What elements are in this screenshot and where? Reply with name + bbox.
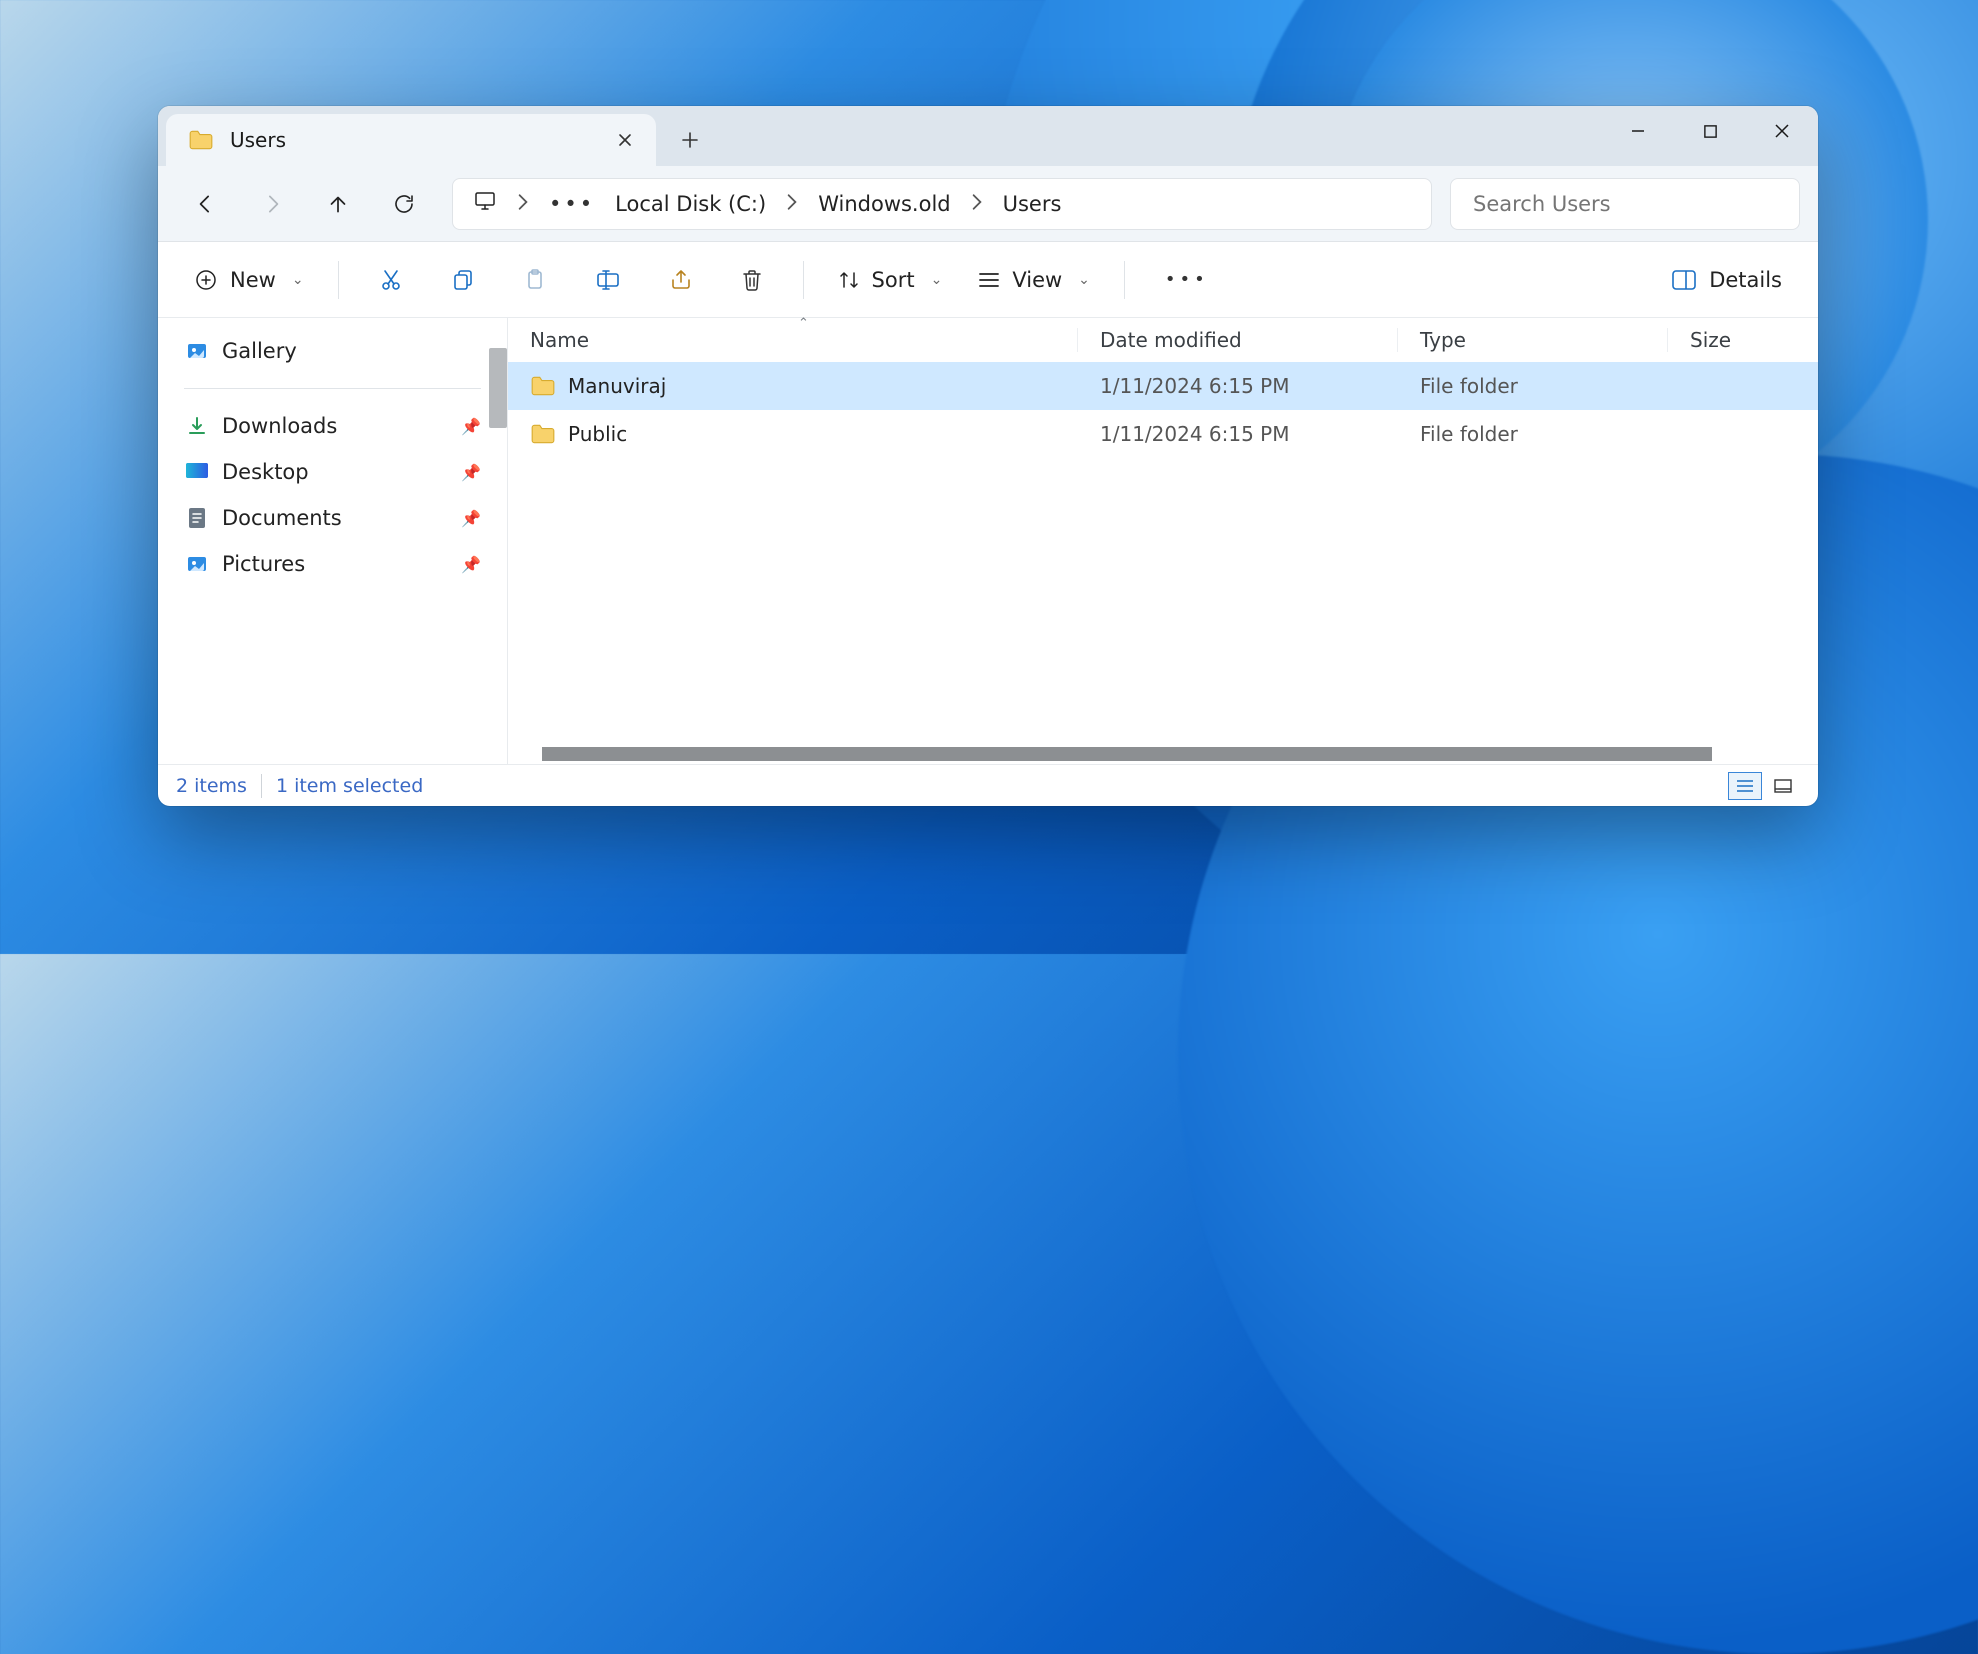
folder-icon [188, 129, 214, 151]
maximize-button[interactable] [1674, 106, 1746, 156]
sidebar-item-downloads[interactable]: Downloads 📌 [158, 403, 507, 449]
column-header-type[interactable]: Type [1398, 328, 1668, 352]
status-bar: 2 items 1 item selected [158, 764, 1818, 806]
thumbnails-view-toggle[interactable] [1766, 772, 1800, 800]
titlebar: Users [158, 106, 1818, 166]
file-date: 1/11/2024 6:15 PM [1078, 374, 1398, 398]
new-button[interactable]: New ⌄ [178, 256, 320, 304]
more-button[interactable]: ••• [1143, 256, 1231, 304]
chevron-down-icon: ⌄ [292, 272, 304, 288]
back-button[interactable] [176, 181, 236, 227]
file-type: File folder [1398, 374, 1668, 398]
close-window-button[interactable] [1746, 106, 1818, 156]
table-row[interactable]: Manuviraj 1/11/2024 6:15 PMFile folder [508, 362, 1818, 410]
status-selection: 1 item selected [276, 775, 423, 797]
horizontal-scrollbar[interactable] [508, 744, 1818, 764]
pictures-icon [184, 551, 210, 577]
breadcrumb-part[interactable]: Users [1003, 192, 1062, 216]
up-button[interactable] [308, 181, 368, 227]
file-explorer-window: Users [158, 106, 1818, 806]
column-header-date[interactable]: Date modified [1078, 328, 1398, 352]
this-pc-icon [473, 189, 497, 218]
folder-icon [530, 375, 556, 397]
column-header-name[interactable]: Name [508, 328, 1078, 352]
file-name: Public [568, 422, 627, 446]
sort-asc-icon: ⌃ [798, 316, 809, 331]
desktop-icon [184, 459, 210, 485]
chevron-right-icon[interactable] [971, 192, 983, 216]
toolbar: New ⌄ Sort ⌄ View ⌄ [158, 242, 1818, 318]
status-item-count: 2 items [176, 775, 247, 797]
minimize-button[interactable] [1602, 106, 1674, 156]
pin-icon: 📌 [461, 463, 481, 482]
forward-button[interactable] [242, 181, 302, 227]
details-pane-label: Details [1709, 268, 1782, 292]
tab-title: Users [230, 128, 592, 152]
sort-button[interactable]: Sort ⌄ [822, 256, 959, 304]
view-button-label: View [1012, 268, 1062, 292]
sidebar-item-label: Pictures [222, 552, 305, 576]
rename-button[interactable] [573, 256, 643, 304]
sidebar: Gallery Downloads 📌 Desktop 📌 [158, 318, 508, 764]
chevron-down-icon: ⌄ [931, 272, 943, 288]
sidebar-item-documents[interactable]: Documents 📌 [158, 495, 507, 541]
view-button[interactable]: View ⌄ [962, 256, 1106, 304]
refresh-button[interactable] [374, 181, 434, 227]
column-headers: ⌃ Name Date modified Type Size [508, 318, 1818, 362]
sidebar-item-label: Gallery [222, 339, 297, 363]
sort-button-label: Sort [872, 268, 915, 292]
folder-icon [530, 423, 556, 445]
table-row[interactable]: Public 1/11/2024 6:15 PMFile folder [508, 410, 1818, 458]
sidebar-item-label: Desktop [222, 460, 309, 484]
copy-button[interactable] [429, 256, 497, 304]
cut-button[interactable] [357, 256, 425, 304]
pin-icon: 📌 [461, 509, 481, 528]
share-button[interactable] [647, 256, 715, 304]
downloads-icon [184, 413, 210, 439]
file-name: Manuviraj [568, 374, 666, 398]
content-area: ⌃ Name Date modified Type Size Manuviraj… [508, 318, 1818, 764]
file-type: File folder [1398, 422, 1668, 446]
new-button-label: New [230, 268, 276, 292]
address-bar[interactable]: ••• Local Disk (C:) Windows.old Users [452, 178, 1432, 230]
details-view-toggle[interactable] [1728, 772, 1762, 800]
documents-icon [184, 505, 210, 531]
column-header-size[interactable]: Size [1668, 328, 1818, 352]
gallery-icon [184, 338, 210, 364]
sidebar-item-desktop[interactable]: Desktop 📌 [158, 449, 507, 495]
details-pane-button[interactable]: Details [1655, 256, 1798, 304]
file-list: Manuviraj1/11/2024 6:15 PMFile folderPub… [508, 362, 1818, 744]
file-date: 1/11/2024 6:15 PM [1078, 422, 1398, 446]
paste-button[interactable] [501, 256, 569, 304]
tab-users[interactable]: Users [166, 114, 656, 166]
window-controls [1602, 106, 1818, 156]
sidebar-item-gallery[interactable]: Gallery [158, 328, 507, 374]
delete-button[interactable] [719, 256, 785, 304]
chevron-down-icon: ⌄ [1078, 272, 1090, 288]
chevron-right-icon[interactable] [517, 192, 529, 216]
navbar: ••• Local Disk (C:) Windows.old Users [158, 166, 1818, 242]
sidebar-item-pictures[interactable]: Pictures 📌 [158, 541, 507, 587]
new-tab-button[interactable] [670, 120, 710, 160]
sidebar-scrollbar[interactable] [489, 348, 507, 428]
breadcrumb-part[interactable]: Windows.old [818, 192, 950, 216]
sidebar-item-label: Documents [222, 506, 342, 530]
ellipsis-icon[interactable]: ••• [549, 192, 595, 216]
close-tab-button[interactable] [608, 123, 642, 157]
pin-icon: 📌 [461, 417, 481, 436]
chevron-right-icon[interactable] [786, 192, 798, 216]
search-input[interactable] [1450, 178, 1800, 230]
breadcrumb-root[interactable]: Local Disk (C:) [615, 192, 766, 216]
pin-icon: 📌 [461, 555, 481, 574]
sidebar-item-label: Downloads [222, 414, 337, 438]
